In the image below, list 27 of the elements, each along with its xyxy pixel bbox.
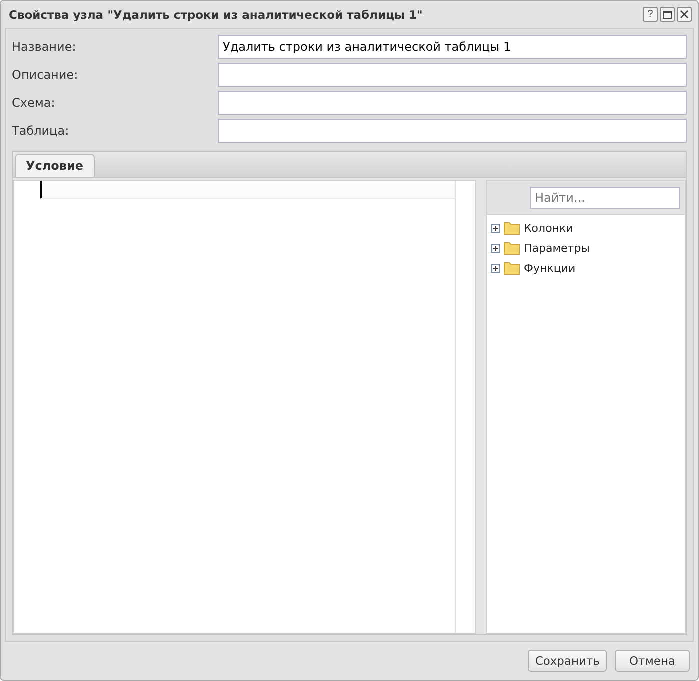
- folder-icon: [504, 262, 520, 274]
- text-field[interactable]: Удалить строки из аналитической таблицы 1: [218, 35, 687, 59]
- close-button[interactable]: [677, 7, 692, 22]
- field-label: Описание:: [12, 68, 80, 82]
- text-field[interactable]: [218, 91, 687, 115]
- folder-icon: [504, 222, 520, 234]
- text-field[interactable]: [218, 63, 687, 87]
- field-label: Название:: [12, 40, 78, 54]
- field-label: Схема:: [12, 96, 56, 110]
- maximize-button[interactable]: [660, 7, 675, 22]
- window-title: Свойства узла "Удалить строки из аналитической таблицы 1": [9, 8, 423, 22]
- tree-item[interactable]: Функции: [524, 262, 576, 274]
- tree-item[interactable]: Параметры: [524, 242, 590, 254]
- close-icon: [680, 10, 689, 19]
- maximize-icon: [663, 10, 672, 18]
- field-label: Таблица:: [12, 124, 70, 138]
- folder-icon: [504, 242, 520, 254]
- expand-icon[interactable]: [491, 264, 500, 272]
- help-button[interactable]: ?: [643, 7, 658, 22]
- tree-item[interactable]: Колонки: [524, 222, 574, 234]
- save-button[interactable]: Сохранить: [528, 650, 607, 672]
- text-field[interactable]: [218, 119, 687, 143]
- expand-icon[interactable]: [491, 244, 500, 252]
- tab[interactable]: Условие: [15, 154, 95, 177]
- cancel-button[interactable]: Отмена: [615, 650, 690, 672]
- search-field[interactable]: Найти...: [530, 186, 680, 208]
- expand-icon[interactable]: [491, 224, 500, 232]
